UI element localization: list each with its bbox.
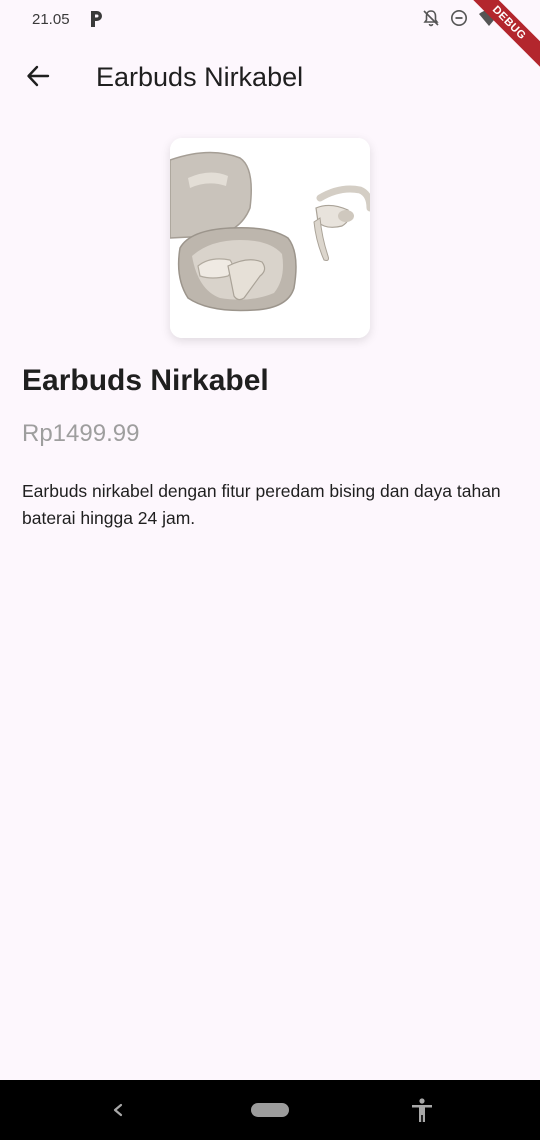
nav-back-icon[interactable]: [104, 1096, 132, 1124]
status-bar: 21.05 DEBUG: [0, 0, 540, 76]
earbuds-product-image: [170, 138, 370, 338]
back-button[interactable]: [16, 54, 60, 102]
accessibility-icon[interactable]: [408, 1096, 436, 1124]
product-description: Earbuds nirkabel dengan fitur peredam bi…: [22, 481, 501, 528]
nav-home-pill[interactable]: [251, 1103, 289, 1117]
product-image-card[interactable]: [170, 138, 370, 338]
app-bar: Earbuds Nirkabel: [0, 46, 540, 110]
system-nav-bar: [0, 1080, 540, 1140]
product-price: Rp1499.99: [22, 420, 140, 447]
product-name: Earbuds Nirkabel: [22, 364, 269, 397]
arrow-back-icon: [25, 63, 51, 94]
do-not-disturb-icon: [450, 9, 468, 27]
status-time: 21.05: [32, 11, 70, 28]
notifications-off-icon: [422, 9, 440, 27]
page-title: Earbuds Nirkabel: [96, 62, 304, 92]
p-app-icon: [88, 10, 104, 28]
